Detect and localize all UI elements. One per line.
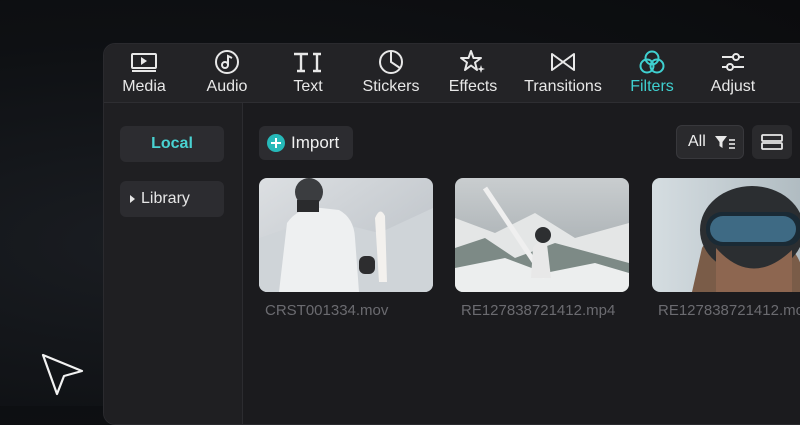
filter-label: All [688,133,706,150]
filter-dropdown[interactable]: All [676,125,744,159]
transitions-icon [520,48,606,76]
tab-stickers[interactable]: Stickers [359,48,423,98]
tab-label: Filters [630,78,674,95]
tab-label: Media [122,78,166,95]
tab-filters[interactable]: Filters [626,48,678,98]
sidebar-item-local[interactable]: Local [120,126,224,162]
audio-icon [201,48,253,76]
sidebar-item-library[interactable]: Library [120,181,224,217]
tab-transitions[interactable]: Transitions [520,48,606,98]
video-thumbnail [455,178,629,292]
tab-label: Transitions [524,78,602,95]
file-name: CRST001334.mov [265,302,389,319]
media-card[interactable]: RE127838721412.mp4 [455,178,629,319]
tab-label: Stickers [362,78,420,95]
video-thumbnail [259,178,433,292]
list-view-button[interactable] [752,125,792,159]
tab-label: Text [293,78,323,95]
file-name: RE127838721412.mp4 [461,302,616,319]
adjust-icon [707,48,759,76]
caret-right-icon [130,195,135,203]
media-panel: Import All CRST001334.mov RE127838721412… [243,103,800,424]
top-toolbar: Media Audio Text Stickers Effects Transi… [104,44,800,103]
tab-effects[interactable]: Effects [445,48,501,98]
media-card[interactable]: RE127838721412.mov [652,178,800,319]
tab-label: Audio [206,78,248,95]
tab-media[interactable]: Media [118,48,170,98]
editor-window: Media Audio Text Stickers Effects Transi… [103,43,800,425]
mouse-cursor-icon [40,352,86,403]
plus-circle-icon [267,134,285,152]
sidebar: Local Library [104,103,243,424]
media-icon [118,48,170,76]
effects-icon [445,48,501,76]
video-thumbnail [652,178,800,292]
tab-adjust[interactable]: Adjust [707,48,759,98]
filter-sort-icon [714,134,736,150]
tab-label: Adjust [710,78,756,95]
tab-audio[interactable]: Audio [201,48,253,98]
sidebar-item-label: Library [141,190,190,207]
file-name: RE127838721412.mov [658,302,800,319]
tab-label: Effects [448,78,498,95]
media-card[interactable]: CRST001334.mov [259,178,433,319]
sticker-icon [359,48,423,76]
text-icon [284,48,332,76]
tab-text[interactable]: Text [284,48,332,98]
import-button[interactable]: Import [259,126,353,160]
import-label: Import [291,133,340,152]
list-view-icon [761,133,783,151]
filters-icon [626,48,678,76]
